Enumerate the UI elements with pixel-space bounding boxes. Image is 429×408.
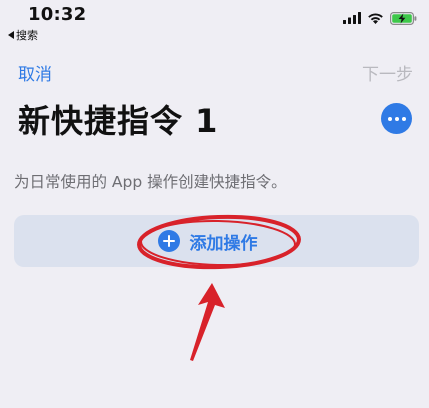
back-app-label: 搜索 xyxy=(16,29,38,42)
description-text: 为日常使用的 App 操作创建快捷指令。 xyxy=(14,173,287,191)
battery-charging-icon xyxy=(390,11,417,25)
add-action-label: 添加操作 xyxy=(189,233,258,254)
wifi-icon xyxy=(368,13,383,24)
cellular-signal-icon xyxy=(343,12,361,24)
plus-circle-icon xyxy=(157,230,180,252)
back-to-app-link[interactable]: 搜索 xyxy=(8,27,38,43)
status-icons xyxy=(343,10,417,26)
next-step-button[interactable]: 下一步 xyxy=(362,60,413,85)
annotation-arrow xyxy=(190,283,225,361)
back-triangle-icon xyxy=(8,31,14,39)
status-time: 10:32 xyxy=(28,4,87,25)
cancel-button[interactable]: 取消 xyxy=(18,60,52,85)
ellipsis-dot xyxy=(387,116,392,121)
ellipsis-icon[interactable] xyxy=(381,103,412,134)
ellipsis-dot xyxy=(394,116,399,121)
status-bar: 10:32 搜索 xyxy=(0,0,429,46)
ellipsis-dot xyxy=(401,116,406,121)
page-title: 新快捷指令 1 xyxy=(18,102,219,140)
add-action-button[interactable]: 添加操作 xyxy=(14,215,419,267)
nav-bar: 取消 下一步 xyxy=(0,56,429,86)
add-action-content: 添加操作 xyxy=(157,229,258,254)
